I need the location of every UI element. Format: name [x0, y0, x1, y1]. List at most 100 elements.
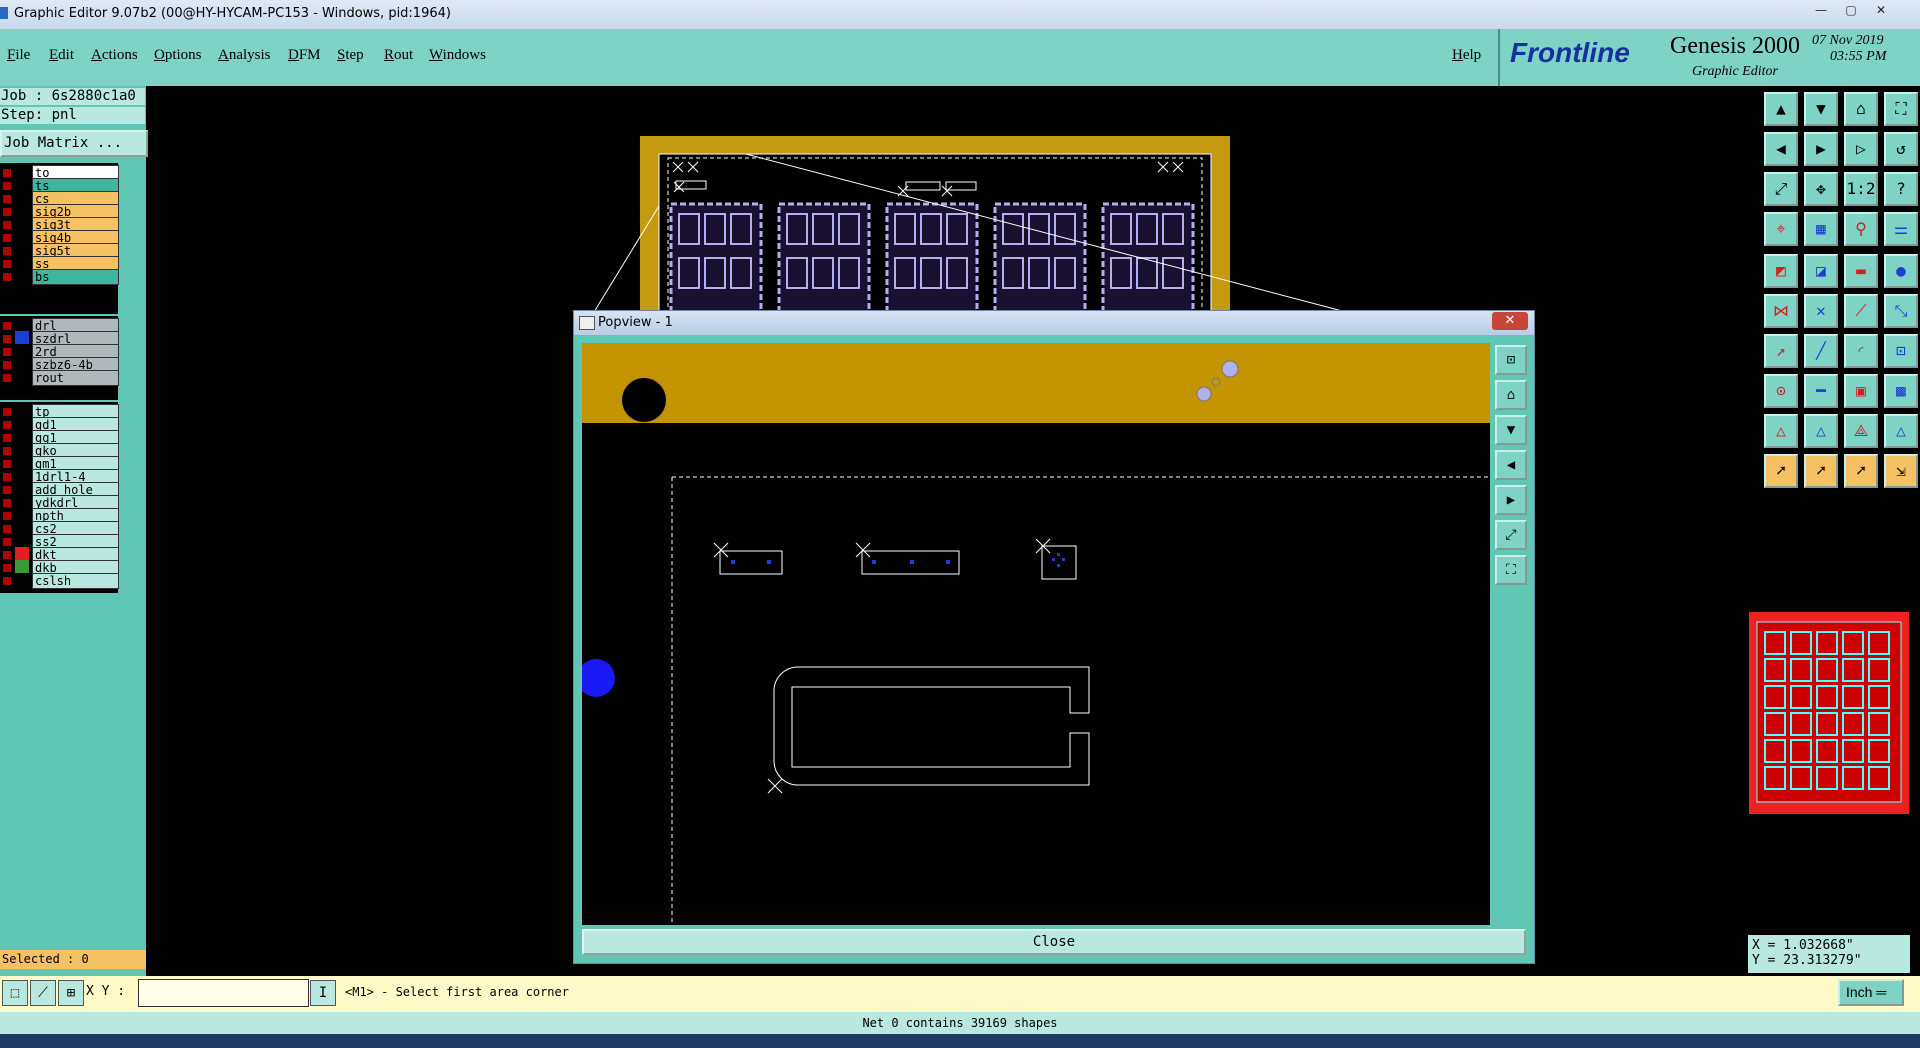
xy-input[interactable] [138, 979, 309, 1007]
select-net-icon[interactable]: ⊙ [1764, 374, 1798, 408]
triangle-red-icon[interactable]: △ [1764, 414, 1798, 448]
pointer-2-icon[interactable]: ➚ [1804, 454, 1838, 488]
grid-icon[interactable]: ▦ [1804, 212, 1838, 246]
layer-checkbox[interactable] [2, 181, 12, 191]
region-icon[interactable]: ▩ [1884, 374, 1918, 408]
zoom-fit-icon[interactable]: ⤢ [1764, 172, 1798, 206]
snap-icon[interactable]: ⬚ [2, 980, 28, 1006]
layer-checkbox[interactable] [2, 511, 12, 521]
layer-checkbox[interactable] [2, 259, 12, 269]
net-diagonal-icon[interactable]: ⤡ [1884, 294, 1918, 328]
layer-checkbox[interactable] [2, 168, 12, 178]
menu-edit[interactable]: Edit [49, 47, 74, 64]
measure-icon[interactable]: ⌖ [1764, 212, 1798, 246]
menu-rout[interactable]: Rout [384, 47, 413, 64]
popview-close-button[interactable]: Close [582, 929, 1526, 955]
circle-icon[interactable]: ● [1884, 254, 1918, 288]
arrow-red-icon[interactable]: ↗ [1764, 334, 1798, 368]
pointer-3-icon[interactable]: ➚ [1844, 454, 1878, 488]
pointer-route-icon[interactable]: ⇲ [1884, 454, 1918, 488]
info-button[interactable]: I [310, 980, 336, 1006]
popview-zoom-box-icon[interactable]: ⊡ [1495, 345, 1527, 375]
menu-analysis[interactable]: Analysis [218, 47, 271, 64]
menu-options[interactable]: Options [154, 47, 202, 64]
pan-left-icon[interactable]: ◀ [1764, 132, 1798, 166]
feature-line-icon[interactable]: ◪ [1804, 254, 1838, 288]
fit-all-icon[interactable]: ⛶ [1884, 92, 1918, 126]
undo-redo-icon[interactable]: ↺ [1884, 132, 1918, 166]
help-icon[interactable]: ? [1884, 172, 1918, 206]
layer-checkbox[interactable] [2, 272, 12, 282]
popview-fit-window-icon[interactable]: ⤢ [1495, 520, 1527, 550]
layer-checkbox[interactable] [2, 246, 12, 256]
popview-page-left-icon[interactable]: ◀ [1495, 450, 1527, 480]
frame-select-icon[interactable]: ▣ [1844, 374, 1878, 408]
pan-right-icon[interactable]: ▶ [1804, 132, 1838, 166]
layer-checkbox[interactable] [2, 576, 12, 586]
layer-checkbox[interactable] [2, 407, 12, 417]
layer-checkbox[interactable] [2, 233, 12, 243]
layer-row-bs[interactable]: bs [0, 269, 119, 285]
measure-icon[interactable]: ⟋ [30, 980, 56, 1006]
menu-actions[interactable]: Actions [91, 47, 138, 64]
layer-checkbox[interactable] [2, 207, 12, 217]
layer-up-icon[interactable]: ▲ [1764, 92, 1798, 126]
cross-icon[interactable]: ✕ [1804, 294, 1838, 328]
arc-icon[interactable]: ◜ [1844, 334, 1878, 368]
snap-multi-icon[interactable]: ⚌ [1884, 212, 1918, 246]
feature-pad-icon[interactable]: ◩ [1764, 254, 1798, 288]
layer-checkbox[interactable] [2, 485, 12, 495]
layer-name[interactable]: cslsh [32, 573, 119, 589]
scale-1-2-icon[interactable]: 1:2 [1844, 172, 1878, 206]
home-view-icon[interactable]: ⌂ [1844, 92, 1878, 126]
popview-page-down-icon[interactable]: ▼ [1495, 415, 1527, 445]
grid-icon[interactable]: ⊞ [58, 980, 84, 1006]
triangle-blue-icon[interactable]: △ [1804, 414, 1838, 448]
node-net-icon[interactable]: ⋈ [1764, 294, 1798, 328]
job-matrix-button[interactable]: Job Matrix ... [0, 130, 148, 157]
layer-checkbox[interactable] [2, 220, 12, 230]
layer-checkbox[interactable] [2, 550, 12, 560]
ruler-icon[interactable]: ▬ [1844, 254, 1878, 288]
layer-checkbox[interactable] [2, 446, 12, 456]
menu-help[interactable]: Help [1452, 47, 1481, 64]
zoom-center-icon[interactable]: ✥ [1804, 172, 1838, 206]
units-select[interactable]: Inch ═ [1838, 979, 1904, 1006]
line-red-icon[interactable]: ━ [1804, 374, 1838, 408]
popview-home-icon[interactable]: ⌂ [1495, 380, 1527, 410]
layer-checkbox[interactable] [2, 537, 12, 547]
layer-checkbox[interactable] [2, 360, 12, 370]
layer-row-rout[interactable]: rout [0, 370, 119, 386]
layer-checkbox[interactable] [2, 373, 12, 383]
connect-line-icon[interactable]: ⟋ [1844, 294, 1878, 328]
triangle-edit-icon[interactable]: ⟁ [1844, 414, 1878, 448]
layer-checkbox[interactable] [2, 498, 12, 508]
menu-windows[interactable]: Windows [429, 47, 486, 64]
layer-checkbox[interactable] [2, 347, 12, 357]
layer-row-cslsh[interactable]: cslsh [0, 573, 119, 589]
layer-checkbox[interactable] [2, 524, 12, 534]
layer-checkbox[interactable] [2, 194, 12, 204]
popview-close-x-button[interactable]: ✕ [1492, 312, 1528, 330]
layer-checkbox[interactable] [2, 563, 12, 573]
drill-copy-icon[interactable]: ⊡ [1884, 334, 1918, 368]
layer-name[interactable]: bs [32, 269, 119, 285]
pointer-icon[interactable]: ➚ [1764, 454, 1798, 488]
layer-checkbox[interactable] [2, 433, 12, 443]
close-window-button[interactable]: ✕ [1868, 2, 1894, 18]
layer-checkbox[interactable] [2, 334, 12, 344]
layer-checkbox[interactable] [2, 472, 12, 482]
maximize-button[interactable]: ▢ [1838, 2, 1864, 18]
minimize-button[interactable]: — [1808, 2, 1834, 18]
popview-page-right-icon[interactable]: ▶ [1495, 485, 1527, 515]
line-draw-icon[interactable]: ╱ [1804, 334, 1838, 368]
snap-red-icon[interactable]: ⚲ [1844, 212, 1878, 246]
menu-file[interactable]: File [7, 47, 30, 64]
popview-canvas[interactable] [582, 343, 1490, 925]
popview-fit-screen-icon[interactable]: ⛶ [1495, 555, 1527, 585]
menu-step[interactable]: Step [337, 47, 364, 64]
layer-name[interactable]: rout [32, 370, 119, 386]
page-right-icon[interactable]: ▷ [1844, 132, 1878, 166]
layer-checkbox[interactable] [2, 321, 12, 331]
layer-checkbox[interactable] [2, 459, 12, 469]
